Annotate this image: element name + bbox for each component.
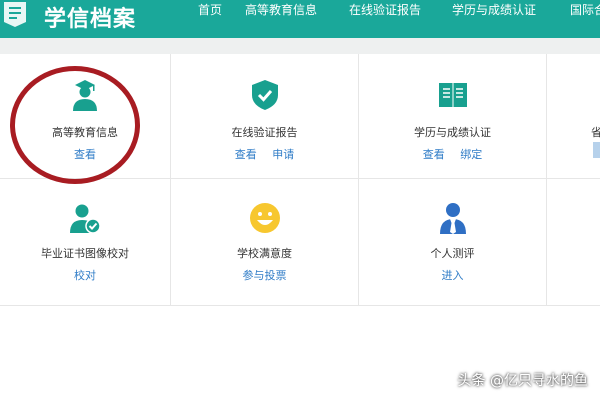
grid-divider: [0, 305, 600, 306]
smiley-icon: [249, 203, 280, 233]
nav-international[interactable]: 国际合: [570, 1, 600, 18]
view-link[interactable]: 查看: [423, 148, 445, 161]
logo-icon: [4, 2, 26, 27]
tile-title: 个人测评: [430, 247, 475, 260]
tile-title: 在线验证报告: [231, 126, 298, 139]
tile-actions: 查看: [0, 146, 170, 162]
tile-school-satisfaction[interactable]: 学校满意度 参与投票: [171, 179, 358, 303]
nav-higher-education-info[interactable]: 高等教育信息: [245, 1, 317, 18]
enter-link[interactable]: 进入: [442, 269, 464, 282]
top-nav-bar: 学信档案 首页 高等教育信息 在线验证报告 学历与成绩认证 国际合: [0, 0, 600, 38]
user-check-icon: [70, 204, 101, 234]
tile-actions: 参与投票: [171, 267, 358, 283]
person-tie-icon: [439, 203, 466, 234]
tile-actions: 进入: [359, 267, 546, 283]
header-shadow-band: [0, 38, 600, 54]
verify-link[interactable]: 校对: [74, 269, 96, 282]
apply-link[interactable]: 申请: [272, 148, 294, 161]
tile-partial-cutoff[interactable]: 省: [547, 54, 600, 178]
nav-home[interactable]: 首页: [198, 1, 222, 18]
tile-actions: 查看 绑定: [359, 146, 546, 162]
tile-degree-transcript-certification[interactable]: 学历与成绩认证 查看 绑定: [359, 54, 546, 178]
tile-actions: 校对: [0, 267, 170, 283]
book-icon: [438, 83, 467, 107]
tile-actions: 查看 申请: [171, 146, 358, 162]
tile-title: 毕业证书图像校对: [41, 247, 129, 260]
tile-certificate-image-check[interactable]: 毕业证书图像校对 校对: [0, 179, 170, 303]
shield-check-icon: [251, 80, 278, 110]
service-tile-grid: 高等教育信息 查看 在线验证报告 查看 申请 学历与成绩认证 查看 绑定 省 毕…: [0, 54, 600, 306]
tile-higher-education-info[interactable]: 高等教育信息 查看: [0, 54, 170, 178]
site-logo-text[interactable]: 学信档案: [44, 1, 136, 33]
nav-degree-transcript-certification[interactable]: 学历与成绩认证: [452, 1, 536, 18]
graduate-icon: [73, 80, 97, 111]
view-link[interactable]: 查看: [74, 148, 96, 161]
bind-link[interactable]: 绑定: [460, 148, 482, 161]
tile-personal-assessment[interactable]: 个人测评 进入: [359, 179, 546, 303]
tile-title-fragment: 省: [591, 126, 600, 139]
tile-title: 学校满意度: [237, 247, 292, 260]
nav-online-verification-report[interactable]: 在线验证报告: [349, 1, 421, 18]
watermark: 头条 @亿只寻水的鱼: [457, 373, 588, 389]
view-link[interactable]: 查看: [235, 148, 257, 161]
tile-online-verification-report[interactable]: 在线验证报告 查看 申请: [171, 54, 358, 178]
partial-icon: [593, 142, 600, 158]
tile-title: 高等教育信息: [52, 126, 118, 139]
tile-title: 学历与成绩认证: [414, 126, 491, 139]
vote-link[interactable]: 参与投票: [243, 269, 287, 282]
